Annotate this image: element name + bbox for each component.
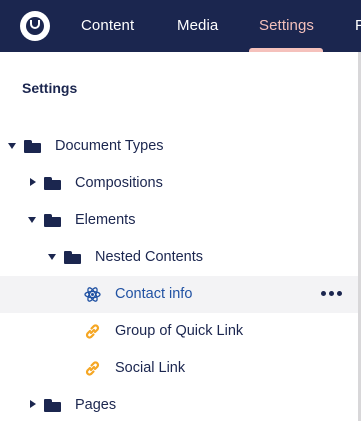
atom-icon: [84, 287, 101, 302]
folder-icon: [44, 214, 61, 227]
tree-item-elements[interactable]: Elements: [0, 202, 358, 239]
folder-icon: [44, 177, 61, 190]
folder-icon: [24, 140, 41, 153]
tree-item-document-types[interactable]: Document Types: [0, 128, 358, 165]
top-navigation-bar: Content Media Settings P: [0, 0, 361, 52]
nav-tab-packages[interactable]: P: [355, 0, 361, 52]
caret-down-icon[interactable]: [28, 217, 36, 223]
caret-down-icon[interactable]: [48, 254, 56, 260]
tree-item-compositions[interactable]: Compositions: [0, 165, 358, 202]
tree-item-label: Document Types: [55, 138, 164, 154]
link-icon: [85, 324, 100, 339]
tree-item-label: Nested Contents: [95, 249, 204, 265]
tree-item-label: Contact info: [115, 286, 193, 302]
tree-item-group-of-quick-link[interactable]: Group of Quick Link: [0, 313, 358, 350]
umbraco-logo-icon[interactable]: [20, 11, 50, 41]
tree-item-label: Compositions: [75, 175, 163, 191]
tree-item-label: Social Link: [115, 360, 186, 376]
more-options-icon[interactable]: [321, 290, 343, 298]
nav-tab-media[interactable]: Media: [177, 0, 218, 52]
section-title: Settings: [22, 80, 78, 96]
caret-right-icon[interactable]: [30, 400, 36, 408]
caret-down-icon[interactable]: [8, 143, 16, 149]
nav-tab-content[interactable]: Content: [81, 0, 134, 52]
folder-icon: [64, 251, 81, 264]
nav-tab-settings[interactable]: Settings: [259, 0, 314, 52]
link-icon: [85, 361, 100, 376]
caret-right-icon[interactable]: [30, 178, 36, 186]
tree-item-label: Elements: [75, 212, 136, 228]
tree-item-nested-contents[interactable]: Nested Contents: [0, 239, 358, 276]
tree-item-pages[interactable]: Pages: [0, 387, 358, 421]
folder-icon: [44, 399, 61, 412]
tree-item-label: Group of Quick Link: [115, 323, 244, 339]
active-tab-indicator: [249, 48, 323, 52]
tree-item-social-link[interactable]: Social Link: [0, 350, 358, 387]
tree-item-contact-info[interactable]: Contact info: [0, 276, 358, 313]
tree-item-label: Pages: [75, 397, 117, 413]
